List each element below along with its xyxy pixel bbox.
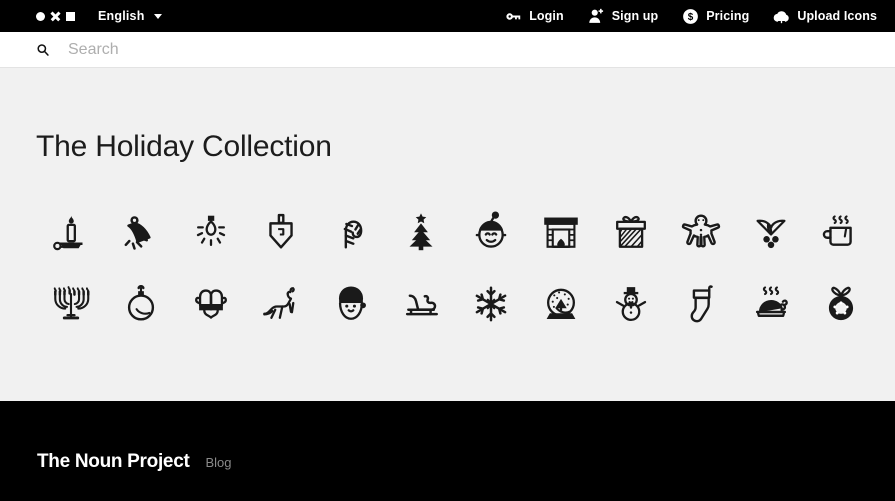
roast-turkey-icon <box>748 281 794 327</box>
icon-tile-elf[interactable] <box>456 196 526 268</box>
icon-tile-candle[interactable] <box>36 196 106 268</box>
bell-icon <box>118 209 164 255</box>
reindeer-icon <box>258 281 304 327</box>
cloud-upload-icon <box>773 8 790 25</box>
logo-x-icon <box>50 11 61 22</box>
icon-tile-roast-turkey[interactable] <box>736 268 806 340</box>
signup-label: Sign up <box>611 9 659 23</box>
upload-icons-button[interactable]: Upload Icons <box>773 8 877 25</box>
search-icon <box>36 43 50 57</box>
upload-icons-label: Upload Icons <box>797 9 877 23</box>
icon-tile-christmas-light[interactable] <box>176 196 246 268</box>
icon-tile-christmas-tree[interactable] <box>386 196 456 268</box>
gift-icon <box>608 209 654 255</box>
dollar-circle-icon: $ <box>682 8 699 25</box>
snow-globe-icon <box>538 281 584 327</box>
main-content: The Holiday Collection <box>0 68 895 340</box>
hot-cocoa-icon <box>818 209 864 255</box>
icon-tile-sleigh[interactable] <box>386 268 456 340</box>
mistletoe-icon <box>748 209 794 255</box>
icon-tile-mittens[interactable] <box>176 268 246 340</box>
icon-tile-candy-cane[interactable] <box>316 196 386 268</box>
icon-tile-snowman[interactable] <box>596 268 666 340</box>
top-nav-links: Login Sign up $ Pricing Upload Icons <box>505 0 877 32</box>
language-selector[interactable]: English <box>98 9 162 23</box>
wreath-icon <box>818 281 864 327</box>
footer-blog-link[interactable]: Blog <box>206 455 232 470</box>
chevron-down-icon <box>153 13 162 19</box>
search-bar <box>0 32 895 68</box>
sleigh-icon <box>398 281 444 327</box>
footer-brand[interactable]: The Noun Project <box>37 451 190 473</box>
logo-circle-icon <box>36 11 45 21</box>
snowman-icon <box>608 281 654 327</box>
icon-tile-gift[interactable] <box>596 196 666 268</box>
top-navigation-bar: English Login Sign up $ Pricing Upload I… <box>0 0 895 32</box>
dreidel-icon <box>258 209 304 255</box>
icon-tile-bell[interactable] <box>106 196 176 268</box>
pricing-button[interactable]: $ Pricing <box>682 8 749 25</box>
svg-text:$: $ <box>688 12 694 23</box>
fireplace-icon <box>538 209 584 255</box>
language-label: English <box>98 9 145 23</box>
logo-square-icon <box>66 11 75 21</box>
icon-tile-santa[interactable] <box>316 268 386 340</box>
santa-icon <box>328 281 374 327</box>
icon-tile-menorah[interactable] <box>36 268 106 340</box>
person-add-icon <box>588 8 605 25</box>
candy-cane-icon <box>328 209 374 255</box>
stocking-icon <box>678 281 724 327</box>
icon-grid <box>36 196 859 340</box>
login-label: Login <box>529 9 564 23</box>
page-root: English Login Sign up $ Pricing Upload I… <box>0 0 895 501</box>
pricing-label: Pricing <box>706 9 750 23</box>
login-button[interactable]: Login <box>505 8 564 25</box>
icon-tile-dreidel[interactable] <box>246 196 316 268</box>
elf-icon <box>468 209 514 255</box>
icon-tile-reindeer[interactable] <box>246 268 316 340</box>
icon-tile-gingerbread-man[interactable] <box>666 196 736 268</box>
mittens-icon <box>188 281 234 327</box>
icon-tile-wreath[interactable] <box>806 268 876 340</box>
menorah-icon <box>48 281 94 327</box>
footer-links: The Noun Project Blog <box>37 429 232 473</box>
christmas-tree-icon <box>398 209 444 255</box>
gingerbread-man-icon <box>678 209 724 255</box>
icon-tile-snow-globe[interactable] <box>526 268 596 340</box>
icon-tile-stocking[interactable] <box>666 268 736 340</box>
icon-tile-ornament[interactable] <box>106 268 176 340</box>
key-icon <box>505 8 522 25</box>
icon-tile-hot-cocoa[interactable] <box>806 196 876 268</box>
candle-icon <box>48 209 94 255</box>
footer: The Noun Project Blog <box>0 401 895 501</box>
icon-tile-snowflake[interactable] <box>456 268 526 340</box>
snowflake-icon <box>468 281 514 327</box>
page-title: The Holiday Collection <box>36 130 332 163</box>
search-input[interactable] <box>68 37 488 62</box>
ornament-icon <box>118 281 164 327</box>
christmas-light-icon <box>188 209 234 255</box>
icon-tile-mistletoe[interactable] <box>736 196 806 268</box>
icon-tile-fireplace[interactable] <box>526 196 596 268</box>
noun-project-logo[interactable] <box>36 11 75 22</box>
signup-button[interactable]: Sign up <box>588 8 659 25</box>
